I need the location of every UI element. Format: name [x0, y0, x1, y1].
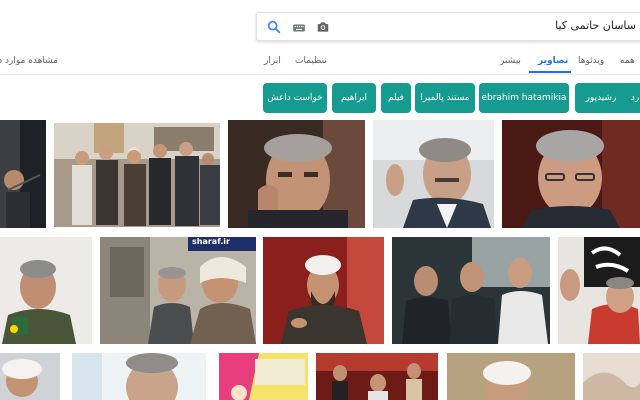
tab-videos[interactable]: ویدئوها [578, 56, 604, 66]
image-result-12[interactable] [72, 353, 206, 400]
image-result-6[interactable] [0, 237, 92, 344]
tab-all[interactable]: همه [620, 56, 635, 66]
image-result-15[interactable] [447, 353, 575, 400]
safesearch-link[interactable]: مشاهده موارد ذخیره [0, 56, 58, 66]
image-overlay-caption: sharaf.ir [192, 237, 230, 246]
chip-ebrahim-hatamikia[interactable]: ebrahim hatamikia [479, 83, 569, 113]
image-result-10[interactable] [558, 237, 640, 344]
image-result-14[interactable] [316, 353, 438, 400]
image-result-11[interactable] [0, 353, 60, 400]
chip-rashidpour[interactable]: رشیدپور [575, 83, 627, 113]
search-box[interactable]: ساسان حاتمی کیا [256, 12, 640, 41]
chip-ebrahim[interactable]: ابراهیم [332, 83, 376, 113]
tab-images[interactable]: تصاویر [538, 56, 568, 66]
keyboard-icon[interactable] [292, 20, 306, 34]
tab-tools[interactable]: ابزار [264, 56, 281, 66]
active-tab-indicator [529, 71, 571, 73]
tab-more[interactable]: بیشتر [500, 56, 521, 66]
image-result-9[interactable] [392, 237, 550, 344]
image-result-4[interactable] [373, 120, 494, 228]
image-result-8[interactable] [263, 237, 384, 344]
image-result-2[interactable] [54, 123, 220, 227]
image-result-13[interactable] [219, 353, 308, 400]
image-result-16[interactable] [583, 353, 640, 400]
chip-palmyra-documentary[interactable]: مستند پالمیرا [415, 83, 475, 113]
camera-icon[interactable] [316, 19, 330, 33]
tab-settings[interactable]: تنظیمات [295, 56, 327, 66]
search-input[interactable]: ساسان حاتمی کیا [555, 19, 636, 32]
tabbar-divider [0, 74, 640, 75]
chip-isis-request[interactable]: خواست داعش [263, 83, 327, 113]
image-result-3[interactable] [228, 120, 365, 228]
chip-film[interactable]: فیلم [381, 83, 411, 113]
image-result-7[interactable]: sharaf.ir [100, 237, 256, 344]
image-result-1[interactable] [0, 120, 46, 228]
search-icon[interactable] [266, 19, 282, 35]
image-result-5[interactable] [502, 120, 640, 228]
